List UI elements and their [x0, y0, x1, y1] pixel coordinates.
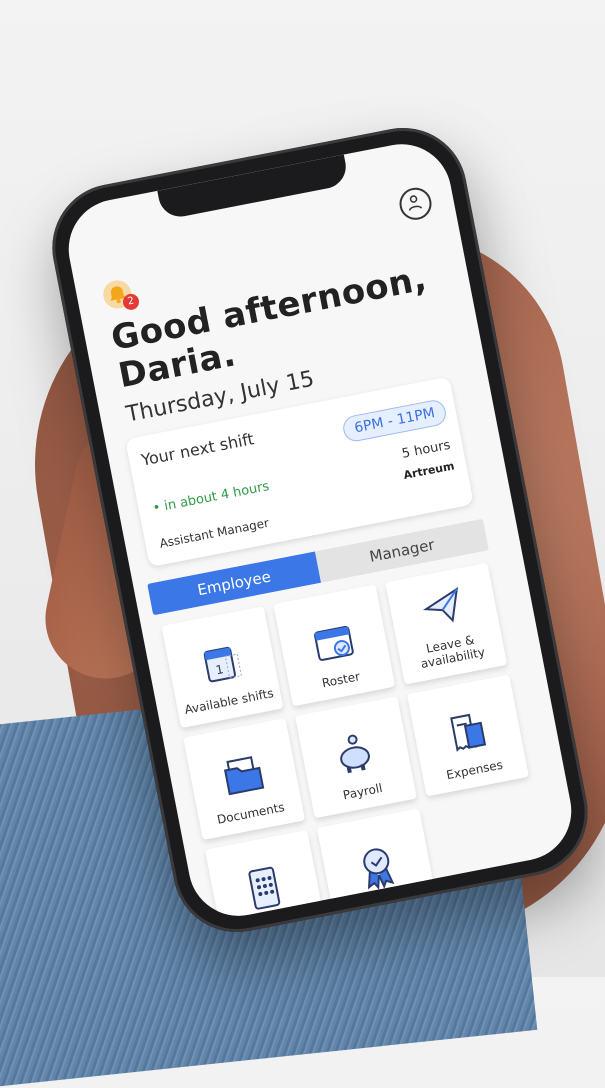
tile-documents[interactable]: Documents [183, 718, 306, 841]
feature-grid: 1 Available shifts Roster Leave & availa… [161, 561, 558, 925]
tile-payroll[interactable]: Payroll [295, 696, 417, 819]
profile-button[interactable] [396, 185, 435, 223]
tile-clock-in-out[interactable]: Clock in/out [204, 829, 327, 925]
tile-label: Available shifts [183, 686, 275, 717]
tile-label: Documents [215, 800, 286, 827]
keypad-phone-icon [248, 866, 281, 910]
calendar-check-icon [314, 625, 354, 661]
shift-eta: • in about 4 hours [151, 479, 271, 517]
shift-duration: 5 hours [400, 437, 452, 462]
notch [157, 154, 350, 221]
shift-role: Assistant Manager [158, 515, 271, 551]
ribbon-badge-icon [363, 848, 395, 890]
tile-expenses[interactable]: Expenses [406, 674, 529, 797]
tile-label: Roster [320, 669, 362, 691]
receipt-icon [450, 713, 487, 752]
folder-icon [223, 756, 265, 796]
user-icon [408, 195, 423, 211]
tile-label: Payroll [341, 780, 384, 803]
tile-roster[interactable]: Roster [273, 584, 396, 707]
notification-badge: 2 [121, 292, 141, 312]
tile-label: Leave & availability [419, 632, 487, 672]
shift-location: Artreum [402, 459, 456, 482]
calendar-clipboard-icon: 1 [203, 646, 242, 683]
tile-leave-availability[interactable]: Leave & availability [385, 562, 508, 685]
piggy-bank-icon [340, 734, 370, 774]
shift-time-pill: 6PM - 11PM [341, 398, 449, 444]
tile-available-shifts[interactable]: 1 Available shifts [161, 606, 284, 729]
paper-plane-icon [422, 586, 459, 623]
tile-label: Expenses [445, 757, 505, 783]
shift-title: Your next shift [139, 429, 256, 470]
